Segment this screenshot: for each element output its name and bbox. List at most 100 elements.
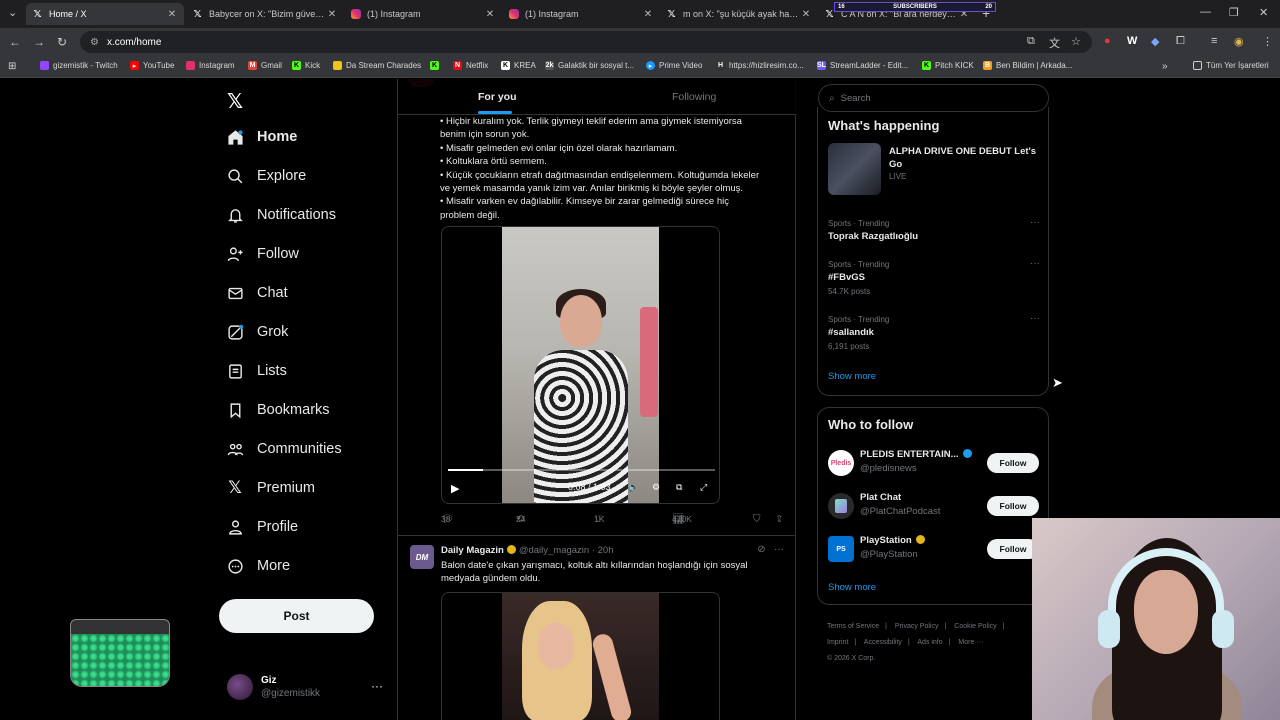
show-more-link[interactable]: Show more: [828, 371, 876, 382]
follow-suggestion[interactable]: Pledis PLEDIS ENTERTAIN... @pledisnews F…: [828, 448, 1046, 478]
bookmark-pitch-kick[interactable]: K Pitch KICK: [922, 61, 974, 70]
author-name[interactable]: Daily Magazin: [441, 545, 504, 556]
post-time[interactable]: · 20h: [592, 545, 614, 556]
tab-babycer[interactable]: 𝕏 Babycer on X: "Bizim güven yeri ✕: [186, 3, 344, 25]
window-close-icon[interactable]: ✕: [1259, 6, 1268, 19]
star-icon[interactable]: ☆: [1071, 35, 1081, 48]
footer-more[interactable]: More ···: [958, 639, 983, 646]
tab-for-you[interactable]: For you: [478, 91, 517, 103]
post-media[interactable]: [441, 592, 720, 720]
tab-instagram-2[interactable]: (1) Instagram ✕: [502, 3, 660, 25]
nav-communities[interactable]: Communities: [226, 440, 342, 458]
grok-icon[interactable]: ⊘: [757, 544, 765, 555]
tab-x-post-m[interactable]: 𝕏 m on X: "şu küçük ayak hareket ✕: [660, 3, 818, 25]
more-options-icon[interactable]: ···: [1030, 217, 1040, 228]
tab-home-x[interactable]: 𝕏 Home / X ✕: [26, 3, 184, 25]
follow-button[interactable]: Follow: [987, 496, 1039, 516]
tab-following[interactable]: Following: [672, 91, 716, 103]
footer-terms[interactable]: Terms of Service: [827, 623, 879, 630]
bookmark-gmail[interactable]: M Gmail: [248, 61, 282, 70]
reload-icon[interactable]: ↻: [57, 35, 67, 49]
browser-menu-icon[interactable]: ⋮: [1262, 35, 1273, 48]
footer-privacy[interactable]: Privacy Policy: [895, 623, 939, 630]
more-options-icon[interactable]: ···: [1030, 313, 1040, 324]
more-options-icon[interactable]: ···: [371, 679, 383, 693]
follow-suggestion[interactable]: PS PlayStation @PlayStation Follow: [828, 534, 1046, 564]
nav-more[interactable]: More: [226, 557, 290, 575]
forward-icon[interactable]: →: [33, 35, 45, 49]
nav-lists[interactable]: Lists: [226, 362, 287, 380]
bookmark-netflix[interactable]: N Netflix: [453, 61, 488, 70]
bookmark-krea[interactable]: K KREA: [501, 61, 536, 70]
nav-grok[interactable]: Grok: [226, 323, 288, 341]
nav-profile[interactable]: Profile: [226, 518, 298, 536]
footer-ads-info[interactable]: Ads info: [917, 639, 942, 646]
more-bookmarks-icon[interactable]: »: [1162, 61, 1168, 72]
post-daily-magazin[interactable]: DM Daily Magazin @daily_magazin · 20h ⊘ ·…: [398, 536, 796, 720]
trend-event[interactable]: ALPHA DRIVE ONE DEBUT Let's Go LIVE: [828, 143, 1040, 195]
back-icon[interactable]: ←: [9, 35, 21, 49]
nav-explore[interactable]: Explore: [226, 167, 306, 185]
nav-notifications[interactable]: Notifications: [226, 206, 336, 224]
close-icon[interactable]: ✕: [326, 9, 338, 20]
close-icon[interactable]: ✕: [642, 9, 654, 20]
nav-chat[interactable]: Chat: [226, 284, 288, 302]
url-field[interactable]: ⚙ x.com/home: [80, 31, 1092, 53]
more-options-icon[interactable]: ···: [774, 544, 784, 555]
bookmark-youtube[interactable]: ▸ YouTube: [130, 61, 174, 70]
bookmark-prime[interactable]: ▸ Prime Video: [646, 61, 702, 70]
account-switcher[interactable]: Giz @gizemistikk ···: [227, 674, 387, 704]
author-handle[interactable]: @daily_magazin: [519, 545, 589, 556]
bookmark-hizliresim[interactable]: Hhttps://hizliresim.co...: [716, 61, 804, 70]
pip-icon[interactable]: ⧉: [676, 482, 682, 493]
follow-suggestion[interactable]: Plat Chat @PlatChatPodcast Follow: [828, 491, 1046, 521]
footer-accessibility[interactable]: Accessibility: [864, 639, 902, 646]
translate-icon[interactable]: 文: [1049, 35, 1060, 51]
close-icon[interactable]: ✕: [484, 9, 496, 20]
nav-home[interactable]: Home: [226, 128, 297, 146]
bookmark-twitch[interactable]: gizemistik - Twitch: [40, 61, 118, 70]
maximize-icon[interactable]: ❐: [1229, 6, 1239, 19]
more-options-icon[interactable]: ···: [1030, 258, 1040, 269]
footer-imprint[interactable]: Imprint: [827, 639, 848, 646]
all-bookmarks[interactable]: Tüm Yer İşaretleri: [1193, 61, 1269, 70]
install-app-icon[interactable]: ⧉: [1027, 35, 1035, 48]
bookmark-galaktik[interactable]: 2k Galaktik bir sosyal t...: [545, 61, 634, 70]
nav-premium[interactable]: 𝕏 Premium: [226, 478, 315, 497]
video-player[interactable]: ▶ 0:08 / 1:03 🔈 ⚙ ⧉ ⤢: [441, 226, 720, 504]
trend-item[interactable]: Sports · Trending Toprak Razgatlıoğlu ··…: [828, 217, 1040, 259]
tab-instagram-1[interactable]: (1) Instagram ✕: [344, 3, 502, 25]
avatar[interactable]: DM: [410, 545, 434, 569]
profile-avatar-icon[interactable]: ◉: [1234, 35, 1244, 48]
play-icon[interactable]: ▶: [451, 482, 459, 495]
close-icon[interactable]: ✕: [166, 9, 178, 20]
media-control-icon[interactable]: ≡: [1211, 35, 1217, 47]
extension-blue-icon[interactable]: ◆: [1151, 35, 1159, 48]
trend-item[interactable]: Sports · Trending #FBvGS 54.7K posts ···: [828, 258, 1040, 300]
settings-icon[interactable]: ⚙: [652, 482, 660, 493]
extension-w-icon[interactable]: W: [1127, 35, 1137, 47]
trend-item[interactable]: Sports · Trending #sallandık 6,191 posts…: [828, 313, 1040, 355]
volume-icon[interactable]: 🔈: [628, 482, 639, 493]
bookmark-kick[interactable]: K Kick: [292, 61, 320, 70]
nav-bookmarks[interactable]: Bookmarks: [226, 401, 330, 419]
show-more-link[interactable]: Show more: [828, 582, 876, 593]
nav-follow[interactable]: Follow: [226, 245, 299, 263]
bookmark-instagram[interactable]: Instagram: [186, 61, 235, 70]
bookmark-streamladder[interactable]: SL StreamLadder - Edit...: [817, 61, 908, 70]
video-progress-bar[interactable]: [448, 469, 715, 471]
bookmark-kick-2[interactable]: K: [430, 61, 443, 70]
tab-search-icon[interactable]: ⌄: [8, 6, 17, 19]
post-button[interactable]: Post: [219, 599, 374, 633]
close-icon[interactable]: ✕: [800, 9, 812, 20]
bookmark-ben-bildim[interactable]: B Ben Bildim | Arkada...: [983, 61, 1072, 70]
bookmark-charades[interactable]: Da Stream Charades: [333, 61, 421, 70]
fullscreen-icon[interactable]: ⤢: [700, 482, 707, 493]
extensions-icon[interactable]: ⧠: [1176, 35, 1185, 48]
footer-cookie[interactable]: Cookie Policy: [954, 623, 996, 630]
x-logo-icon[interactable]: 𝕏: [227, 89, 243, 114]
site-info-icon[interactable]: ⚙: [90, 37, 99, 48]
follow-button[interactable]: Follow: [987, 453, 1039, 473]
minimize-icon[interactable]: —: [1200, 6, 1211, 18]
apps-grid-icon[interactable]: ⊞: [8, 61, 16, 72]
